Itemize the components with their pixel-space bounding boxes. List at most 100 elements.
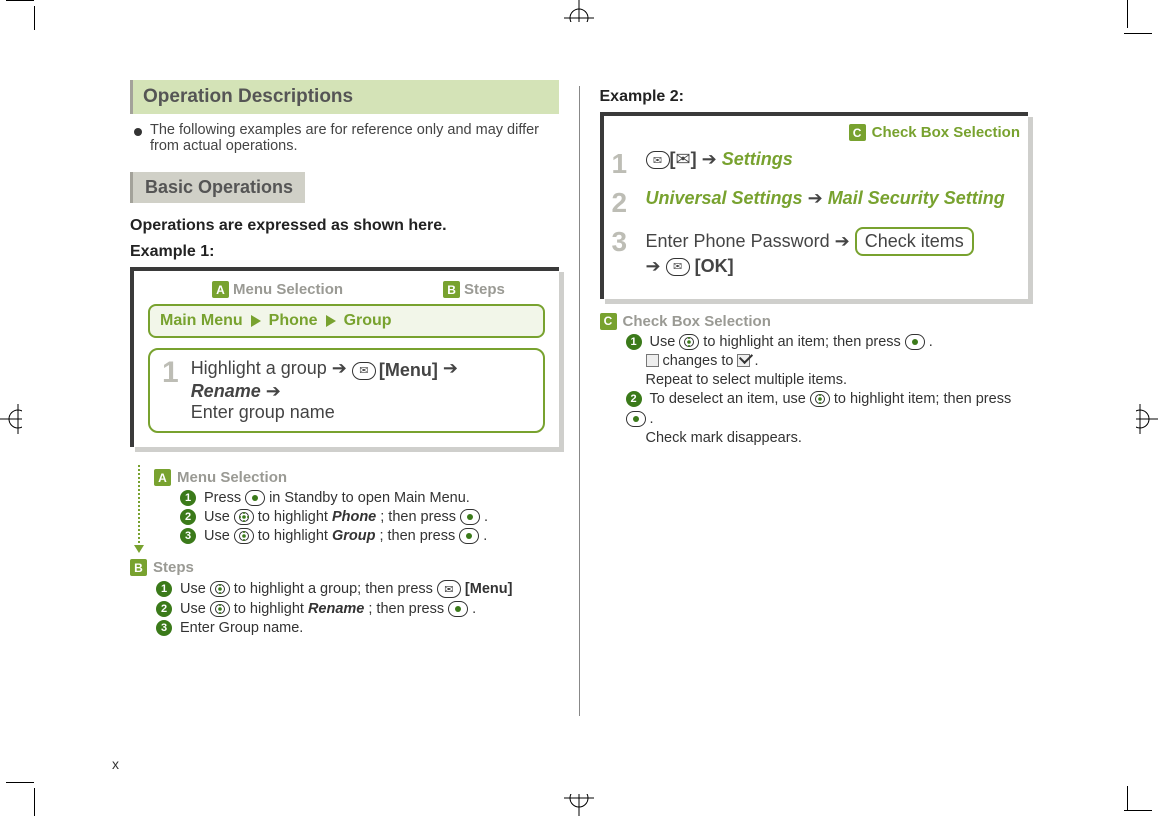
example-1-label: Example 1: xyxy=(130,243,559,261)
explain-b-list: 1 Use to highlight a group; then press ✉… xyxy=(156,580,559,636)
explain-a-list: 1 Press in Standby to open Main Menu. 2 … xyxy=(180,490,559,544)
t: Enter Group name. xyxy=(180,620,303,636)
t: [Menu] xyxy=(465,581,513,597)
t: Check mark disappears. xyxy=(646,430,802,446)
step-num: 3 xyxy=(612,227,632,258)
t: changes to xyxy=(663,353,734,369)
note-body: The following examples are for reference… xyxy=(150,122,559,154)
disappear-line: Check mark disappears. xyxy=(646,430,1029,446)
left-column: Operation Descriptions The following exa… xyxy=(110,80,579,776)
ex2-step-2: 2 Universal Settings ➔ Mail Security Set… xyxy=(612,188,1021,219)
nav-key-icon xyxy=(210,601,230,617)
center-key-icon xyxy=(245,490,265,506)
mail-glyph-icon: ✉ xyxy=(676,149,691,169)
universal-settings-link: Universal Settings xyxy=(646,188,803,208)
bullet-icon xyxy=(134,128,142,136)
explain-c-title: Check Box Selection xyxy=(623,313,771,330)
nav-key-icon xyxy=(679,334,699,350)
t: to highlight an item; then press xyxy=(703,334,900,350)
mail-key-icon: ✉ xyxy=(352,362,376,380)
dotted-connector-icon xyxy=(138,465,148,551)
crop-mark xyxy=(6,782,34,788)
step-body: Universal Settings ➔ Mail Security Setti… xyxy=(646,188,1005,209)
t: . xyxy=(754,353,758,369)
mail-security-link: Mail Security Setting xyxy=(828,188,1005,208)
example-2-label: Example 2: xyxy=(600,88,1029,106)
triangle-icon xyxy=(326,315,336,327)
explain-a-2: 2 Use to highlight Phone ; then press . xyxy=(180,509,559,525)
registration-mark-icon xyxy=(556,794,602,816)
callout-c: C Check Box Selection xyxy=(612,124,1021,141)
arrowhead-icon xyxy=(134,545,144,553)
page-content: Operation Descriptions The following exa… xyxy=(110,80,1048,776)
example-2-steps: 1 ✉[✉] ➔ Settings 2 Universal Settings ➔… xyxy=(612,149,1021,277)
step-number: 1 xyxy=(162,358,179,423)
intro-sentence: Operations are expressed as shown here. xyxy=(130,217,559,235)
crop-mark xyxy=(1122,0,1128,28)
crop-mark xyxy=(1122,786,1128,810)
step-badge-3: 3 xyxy=(180,528,196,544)
callout-a: A Menu Selection xyxy=(212,281,343,298)
t: in Standby to open Main Menu. xyxy=(269,490,470,506)
explain-a-title: Menu Selection xyxy=(177,469,287,486)
center-key-icon xyxy=(905,334,925,350)
check-items-box: Check items xyxy=(855,227,974,256)
crop-mark xyxy=(34,788,40,816)
step-badge-3: 3 xyxy=(156,620,172,636)
explain-a-3: 3 Use to highlight Group ; then press . xyxy=(180,528,559,544)
menu-seg-3: Group xyxy=(344,312,392,330)
arrow-icon: ➔ xyxy=(702,149,717,169)
rename-label: Rename xyxy=(191,381,261,401)
t: ; then press xyxy=(379,528,455,544)
t: Use xyxy=(180,581,206,597)
t: to highlight item; then press xyxy=(834,391,1011,407)
center-key-icon xyxy=(460,509,480,525)
crop-mark xyxy=(6,0,34,6)
t: Press xyxy=(204,490,241,506)
t: ; then press xyxy=(380,509,456,525)
checkbox-change-line: changes to . xyxy=(646,353,1029,369)
t: ; then press xyxy=(368,601,444,617)
callout-a-label: Menu Selection xyxy=(233,281,343,298)
t: to highlight xyxy=(234,601,304,617)
explain-c-list: 1 Use to highlight an item; then press .… xyxy=(626,334,1029,446)
explain-b-3: 3 Enter Group name. xyxy=(156,620,559,636)
badge-a-icon: A xyxy=(212,281,229,298)
crop-mark xyxy=(1124,28,1152,34)
badge-a-icon: A xyxy=(154,469,171,486)
example-2-box: C Check Box Selection 1 ✉[✉] ➔ Settings … xyxy=(600,112,1029,299)
checkbox-empty-icon xyxy=(646,354,659,367)
menu-key: ✉ [Menu] xyxy=(352,360,438,381)
step-badge-2: 2 xyxy=(626,391,642,407)
menu-seg-1: Main Menu xyxy=(160,312,243,330)
nav-key-icon xyxy=(810,391,830,407)
settings-link: Settings xyxy=(722,149,793,169)
step-badge-2: 2 xyxy=(156,601,172,617)
example-1-box: A Menu Selection B Steps Main Menu Phone… xyxy=(130,267,559,447)
repeat-line: Repeat to select multiple items. xyxy=(646,372,1029,388)
badge-c-icon: C xyxy=(600,313,617,330)
callout-c-label: Check Box Selection xyxy=(872,124,1020,141)
checkbox-checked-icon xyxy=(737,354,750,367)
t: Group xyxy=(332,528,376,544)
triangle-icon xyxy=(251,315,261,327)
step-text: Highlight a group ➔ ✉ [Menu] ➔ Rename ➔ … xyxy=(191,358,531,423)
step-body: ✉[✉] ➔ Settings xyxy=(646,149,793,170)
t: Use xyxy=(204,528,230,544)
callouts-row: A Menu Selection B Steps xyxy=(212,281,551,298)
callout-b: B Steps xyxy=(443,281,505,298)
explain-c-1: 1 Use to highlight an item; then press . xyxy=(626,334,1029,350)
arrow-icon: ➔ xyxy=(443,358,458,378)
crop-mark xyxy=(1124,810,1152,816)
t: to highlight a group; then press xyxy=(234,581,433,597)
menu-path: Main Menu Phone Group xyxy=(148,304,545,338)
mail-key-icon: ✉ xyxy=(646,151,670,169)
menu-key-label: [Menu] xyxy=(379,360,438,381)
step-1-box: 1 Highlight a group ➔ ✉ [Menu] ➔ Rename … xyxy=(148,348,545,433)
nav-key-icon xyxy=(210,581,230,597)
callout-b-label: Steps xyxy=(464,281,505,298)
mail-key-icon: ✉ xyxy=(437,580,461,598)
explain-b-1: 1 Use to highlight a group; then press ✉… xyxy=(156,580,559,598)
arrow-icon: ➔ xyxy=(266,381,281,401)
explain-b-2: 2 Use to highlight Rename ; then press . xyxy=(156,601,559,617)
